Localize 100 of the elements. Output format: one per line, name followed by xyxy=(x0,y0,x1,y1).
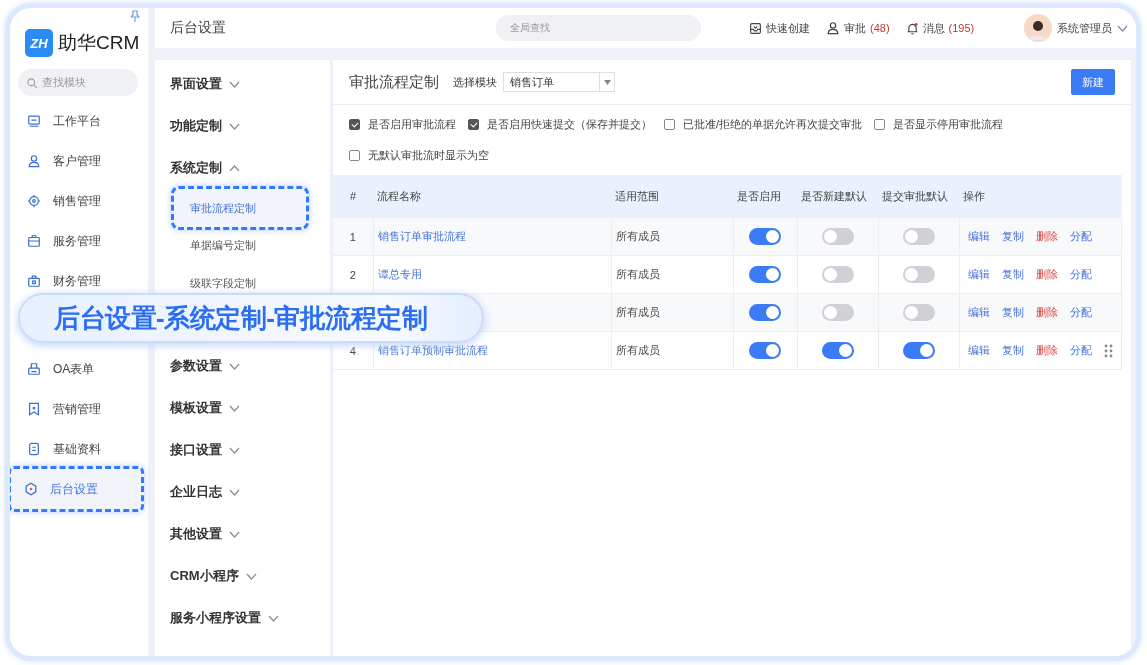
inbox-icon xyxy=(749,21,762,35)
row-action-link[interactable]: 编辑 xyxy=(967,305,990,320)
sidebar-item[interactable]: 销售管理 xyxy=(10,185,144,217)
toggle-switch[interactable] xyxy=(821,228,854,245)
chevron-down-icon xyxy=(1117,24,1128,32)
option-label: 是否启用快速提交（保存并提交） xyxy=(487,117,652,132)
document-icon xyxy=(27,442,41,456)
toggle-switch[interactable] xyxy=(749,228,781,245)
row-action-link[interactable]: 删除 xyxy=(1035,343,1058,358)
settings-group[interactable]: 功能定制 xyxy=(170,105,330,147)
bell-icon xyxy=(905,21,919,35)
sidebar-item[interactable]: 后台设置 xyxy=(10,466,144,512)
toggle-switch[interactable] xyxy=(821,304,854,321)
module-select[interactable]: 销售订单 xyxy=(503,72,615,92)
toggle-switch[interactable] xyxy=(902,228,935,245)
briefcase-icon xyxy=(27,234,41,248)
row-action-link[interactable]: 删除 xyxy=(1035,229,1058,244)
toggle-switch[interactable] xyxy=(902,304,935,321)
settings-group[interactable]: 企业日志 xyxy=(170,471,330,513)
sidebar-item[interactable]: 营销管理 xyxy=(10,393,144,425)
row-action-link[interactable]: 分配 xyxy=(1069,229,1092,244)
person-icon xyxy=(826,21,840,35)
sidebar-item[interactable]: 客户管理 xyxy=(10,145,144,177)
checkbox[interactable] xyxy=(874,119,886,130)
column-header: 是否启用 xyxy=(737,189,781,202)
module-label: 选择模块 xyxy=(453,74,497,90)
chevron-down-icon xyxy=(229,80,240,88)
checkbox[interactable] xyxy=(349,150,360,161)
new-button[interactable]: 新建 xyxy=(1071,69,1115,95)
checkbox[interactable] xyxy=(349,119,360,130)
page-title: 后台设置 xyxy=(170,19,227,37)
column-header: 适用范围 xyxy=(615,189,659,202)
sidebar-item[interactable]: 基础资料 xyxy=(10,433,144,465)
sidebar-item[interactable]: 服务管理 xyxy=(10,225,144,257)
submenu-item[interactable]: 单据编号定制 xyxy=(171,235,309,255)
settings-group[interactable]: 服务小程序设置 xyxy=(170,597,330,639)
header-action[interactable]: 消息 (195) xyxy=(905,20,975,36)
column-header: 流程名称 xyxy=(377,189,421,202)
checkbox[interactable] xyxy=(468,119,479,130)
toggle-switch[interactable] xyxy=(749,304,781,321)
column-header: # xyxy=(349,190,357,202)
row-action-link[interactable]: 分配 xyxy=(1069,305,1092,320)
header-action[interactable]: 审批 (48) xyxy=(826,20,890,36)
row-action-link[interactable]: 复制 xyxy=(1001,343,1024,358)
settings-group[interactable]: 参数设置 xyxy=(170,345,330,387)
option-label: 是否启用审批流程 xyxy=(368,117,456,132)
settings-group[interactable]: 界面设置 xyxy=(170,63,330,105)
row-number: 4 xyxy=(349,344,356,357)
settings-group[interactable]: 接口设置 xyxy=(170,429,330,471)
logo-mark: ZH xyxy=(25,29,53,57)
toggle-switch[interactable] xyxy=(749,266,781,283)
row-action-link[interactable]: 分配 xyxy=(1069,343,1092,358)
chevron-down-icon xyxy=(229,362,240,370)
chevron-down-icon xyxy=(245,572,257,580)
dropdown-caret-icon[interactable] xyxy=(603,79,611,85)
row-action-link[interactable]: 复制 xyxy=(1001,229,1024,244)
toggle-switch[interactable] xyxy=(821,266,854,283)
toggle-switch[interactable] xyxy=(749,342,781,359)
user-name[interactable]: 系统管理员 xyxy=(1057,20,1112,36)
pin-icon[interactable] xyxy=(130,10,140,22)
drag-handle-icon[interactable] xyxy=(1103,343,1113,358)
toggle-switch[interactable] xyxy=(902,342,935,359)
avatar[interactable] xyxy=(1024,14,1052,42)
monitor-icon xyxy=(27,114,41,128)
flow-name-link[interactable]: 销售订单审批流程 xyxy=(377,230,466,242)
settings-group[interactable]: 模板设置 xyxy=(170,387,330,429)
chevron-down-icon xyxy=(229,446,240,454)
row-action-link[interactable]: 删除 xyxy=(1035,267,1058,282)
row-action-link[interactable]: 删除 xyxy=(1035,305,1058,320)
row-action-link[interactable]: 复制 xyxy=(1001,267,1024,282)
option-label: 已批准/拒绝的单据允许再次提交审批 xyxy=(683,117,863,132)
header-action[interactable]: 快速创建 xyxy=(749,20,810,36)
submenu-item[interactable]: 审批流程定制 xyxy=(171,186,309,230)
settings-group[interactable]: CRM小程序 xyxy=(170,555,330,597)
flow-name-link[interactable]: 销售订单预制审批流程 xyxy=(377,344,488,356)
scope-cell: 所有成员 xyxy=(615,306,660,318)
row-action-link[interactable]: 编辑 xyxy=(967,343,990,358)
option-label: 无默认审批流时显示为空 xyxy=(368,148,489,163)
scope-cell: 所有成员 xyxy=(615,230,660,242)
row-action-link[interactable]: 编辑 xyxy=(967,229,990,244)
column-header: 操作 xyxy=(963,189,985,202)
bookmark-icon xyxy=(27,402,41,416)
toggle-switch[interactable] xyxy=(902,266,935,283)
caption-banner: 后台设置-系统定制-审批流程定制 xyxy=(18,293,484,343)
sidebar-item[interactable]: 工作平台 xyxy=(10,105,144,137)
settings-group[interactable]: 系统定制 xyxy=(170,147,330,189)
safe-icon xyxy=(27,274,41,288)
flow-name-link[interactable]: 谭总专用 xyxy=(377,268,422,280)
row-action-link[interactable]: 分配 xyxy=(1069,267,1092,282)
row-action-link[interactable]: 编辑 xyxy=(967,267,990,282)
submenu-item[interactable]: 级联字段定制 xyxy=(171,273,309,293)
checkbox[interactable] xyxy=(664,119,675,130)
column-header: 是否新建默认 xyxy=(801,189,867,202)
row-action-link[interactable]: 复制 xyxy=(1001,305,1024,320)
toggle-switch[interactable] xyxy=(821,342,854,359)
chevron-down-icon xyxy=(229,122,240,130)
settings-group[interactable]: 其他设置 xyxy=(170,513,330,555)
sidebar-item[interactable]: OA表单 xyxy=(10,353,144,385)
printer-icon xyxy=(27,362,41,376)
scope-cell: 所有成员 xyxy=(615,268,660,280)
